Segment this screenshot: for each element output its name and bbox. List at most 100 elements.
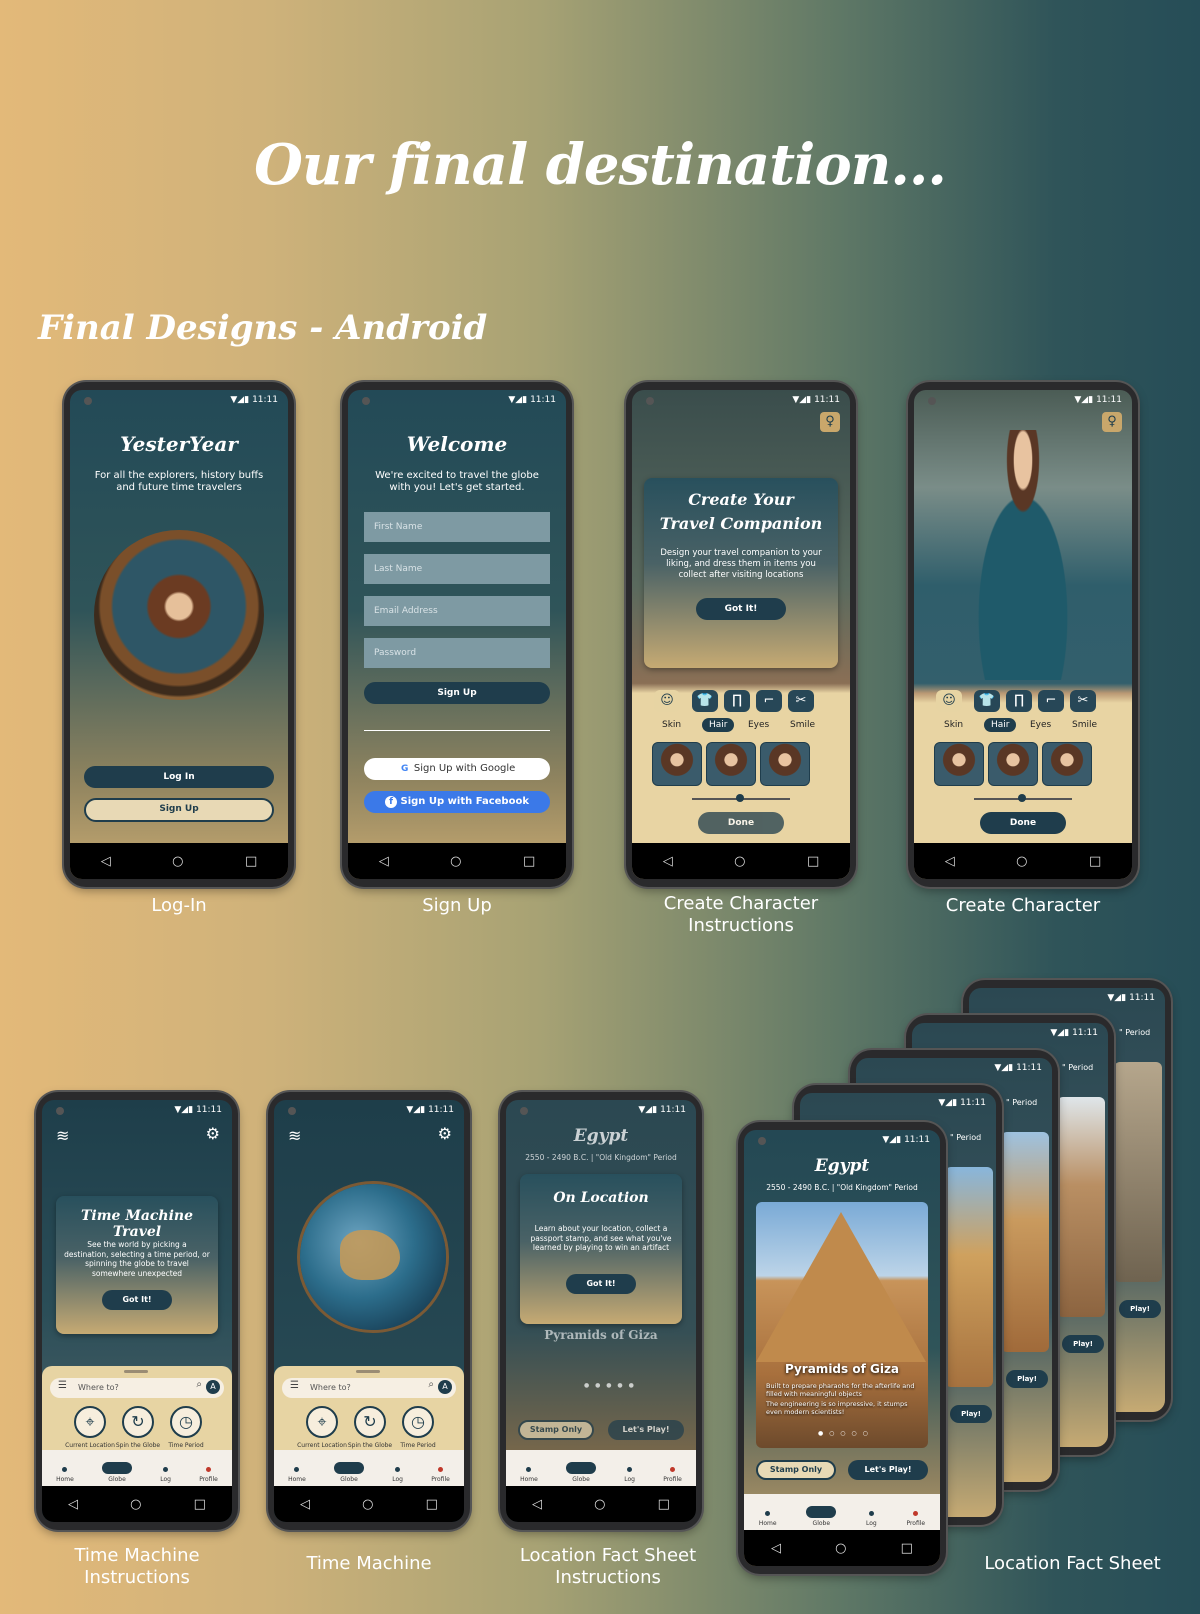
signup-submit-button[interactable]: Sign Up: [364, 682, 550, 704]
nav-home[interactable]: Home: [288, 1467, 306, 1483]
done-button[interactable]: Done: [980, 812, 1066, 834]
back-icon[interactable]: ◁: [663, 854, 673, 869]
nav-globe[interactable]: Globe: [806, 1506, 837, 1527]
back-icon[interactable]: ◁: [68, 1497, 78, 1512]
chip-hair[interactable]: Hair: [984, 718, 1017, 732]
got-it-button[interactable]: Got It!: [102, 1290, 172, 1310]
spin-globe-icon[interactable]: ↻: [354, 1406, 386, 1438]
search-icon[interactable]: ⌕: [428, 1379, 434, 1390]
tab-accessory-icon[interactable]: ✂: [788, 690, 814, 712]
avatar[interactable]: A: [438, 1380, 452, 1394]
layers-icon[interactable]: ≋: [288, 1126, 301, 1145]
first-name-field[interactable]: First Name: [364, 512, 550, 542]
layers-icon[interactable]: ≋: [56, 1126, 69, 1145]
nav-globe[interactable]: Globe: [566, 1462, 597, 1483]
tab-accessory-icon[interactable]: ✂: [1070, 690, 1096, 712]
recents-icon[interactable]: □: [807, 854, 819, 869]
recents-icon[interactable]: □: [523, 854, 535, 869]
tab-shoes-icon[interactable]: ⌐: [756, 690, 782, 712]
tab-hair-icon[interactable]: ☺: [936, 690, 962, 712]
back-icon[interactable]: ◁: [300, 1497, 310, 1512]
tab-shirt-icon[interactable]: 👕: [974, 690, 1000, 712]
facebook-signup-button[interactable]: f Sign Up with Facebook: [364, 791, 550, 813]
nav-profile[interactable]: Profile: [199, 1467, 218, 1483]
hair-option-thumb[interactable]: [934, 742, 984, 786]
chip-smile[interactable]: Smile: [1072, 720, 1097, 730]
tab-pants-icon[interactable]: ∏: [1006, 690, 1032, 712]
search-icon[interactable]: ⌕: [196, 1379, 202, 1390]
lets-play-button[interactable]: Let's Play!: [608, 1420, 684, 1440]
hair-option-thumb[interactable]: [988, 742, 1038, 786]
tab-shoes-icon[interactable]: ⌐: [1038, 690, 1064, 712]
got-it-button[interactable]: Got It!: [696, 598, 786, 620]
menu-icon[interactable]: ☰: [290, 1380, 299, 1391]
nav-log[interactable]: Log: [624, 1467, 635, 1483]
gender-icon[interactable]: ♀: [1102, 412, 1122, 432]
nav-log[interactable]: Log: [866, 1511, 877, 1527]
got-it-button[interactable]: Got It!: [566, 1274, 636, 1294]
done-button[interactable]: Done: [698, 812, 784, 834]
stack-play-button[interactable]: Play!: [1119, 1300, 1161, 1318]
recents-icon[interactable]: □: [426, 1497, 438, 1512]
nav-globe[interactable]: Globe: [334, 1462, 365, 1483]
chip-skin[interactable]: Skin: [662, 720, 681, 730]
stack-play-button[interactable]: Play!: [1006, 1370, 1048, 1388]
nav-log[interactable]: Log: [392, 1467, 403, 1483]
last-name-field[interactable]: Last Name: [364, 554, 550, 584]
recents-icon[interactable]: □: [658, 1497, 670, 1512]
password-field[interactable]: Password: [364, 638, 550, 668]
hair-option-thumb[interactable]: [760, 742, 810, 786]
home-icon[interactable]: ○: [835, 1541, 846, 1556]
stack-play-button[interactable]: Play!: [950, 1405, 992, 1423]
nav-home[interactable]: Home: [56, 1467, 74, 1483]
google-signup-button[interactable]: G Sign Up with Google: [364, 758, 550, 780]
settings-gear-icon[interactable]: ⚙: [438, 1124, 452, 1143]
home-icon[interactable]: ○: [594, 1497, 605, 1512]
chip-smile[interactable]: Smile: [790, 720, 815, 730]
login-button[interactable]: Log In: [84, 766, 274, 788]
menu-icon[interactable]: ☰: [58, 1380, 67, 1391]
tab-shirt-icon[interactable]: 👕: [692, 690, 718, 712]
slider-thumb[interactable]: [1018, 794, 1026, 802]
hair-option-thumb[interactable]: [652, 742, 702, 786]
home-icon[interactable]: ○: [734, 854, 745, 869]
nav-home[interactable]: Home: [520, 1467, 538, 1483]
tab-hair-icon[interactable]: ☺: [654, 690, 680, 712]
nav-profile[interactable]: Profile: [431, 1467, 450, 1483]
tab-pants-icon[interactable]: ∏: [724, 690, 750, 712]
recents-icon[interactable]: □: [194, 1497, 206, 1512]
current-location-icon[interactable]: ⌖: [306, 1406, 338, 1438]
lets-play-button[interactable]: Let's Play!: [848, 1460, 928, 1480]
current-location-icon[interactable]: ⌖: [74, 1406, 106, 1438]
stamp-only-button[interactable]: Stamp Only: [756, 1460, 836, 1480]
hair-option-thumb[interactable]: [1042, 742, 1092, 786]
signup-button[interactable]: Sign Up: [84, 798, 274, 822]
chip-hair[interactable]: Hair: [702, 718, 735, 732]
recents-icon[interactable]: □: [1089, 854, 1101, 869]
gender-icon[interactable]: ♀: [820, 412, 840, 432]
stamp-only-button[interactable]: Stamp Only: [518, 1420, 594, 1440]
slider-thumb[interactable]: [736, 794, 744, 802]
nav-log[interactable]: Log: [160, 1467, 171, 1483]
time-period-icon[interactable]: ◷: [402, 1406, 434, 1438]
home-icon[interactable]: ○: [362, 1497, 373, 1512]
back-icon[interactable]: ◁: [379, 854, 389, 869]
nav-home[interactable]: Home: [759, 1511, 777, 1527]
time-period-icon[interactable]: ◷: [170, 1406, 202, 1438]
back-icon[interactable]: ◁: [945, 854, 955, 869]
avatar[interactable]: A: [206, 1380, 220, 1394]
stack-play-button[interactable]: Play!: [1062, 1335, 1104, 1353]
spin-globe-icon[interactable]: ↻: [122, 1406, 154, 1438]
recents-icon[interactable]: □: [245, 854, 257, 869]
settings-gear-icon[interactable]: ⚙: [206, 1124, 220, 1143]
nav-profile[interactable]: Profile: [906, 1511, 925, 1527]
chip-eyes[interactable]: Eyes: [1030, 720, 1051, 730]
home-icon[interactable]: ○: [1016, 854, 1027, 869]
home-icon[interactable]: ○: [450, 854, 461, 869]
chip-skin[interactable]: Skin: [944, 720, 963, 730]
back-icon[interactable]: ◁: [532, 1497, 542, 1512]
nav-profile[interactable]: Profile: [663, 1467, 682, 1483]
email-field[interactable]: Email Address: [364, 596, 550, 626]
home-icon[interactable]: ○: [130, 1497, 141, 1512]
hair-option-thumb[interactable]: [706, 742, 756, 786]
